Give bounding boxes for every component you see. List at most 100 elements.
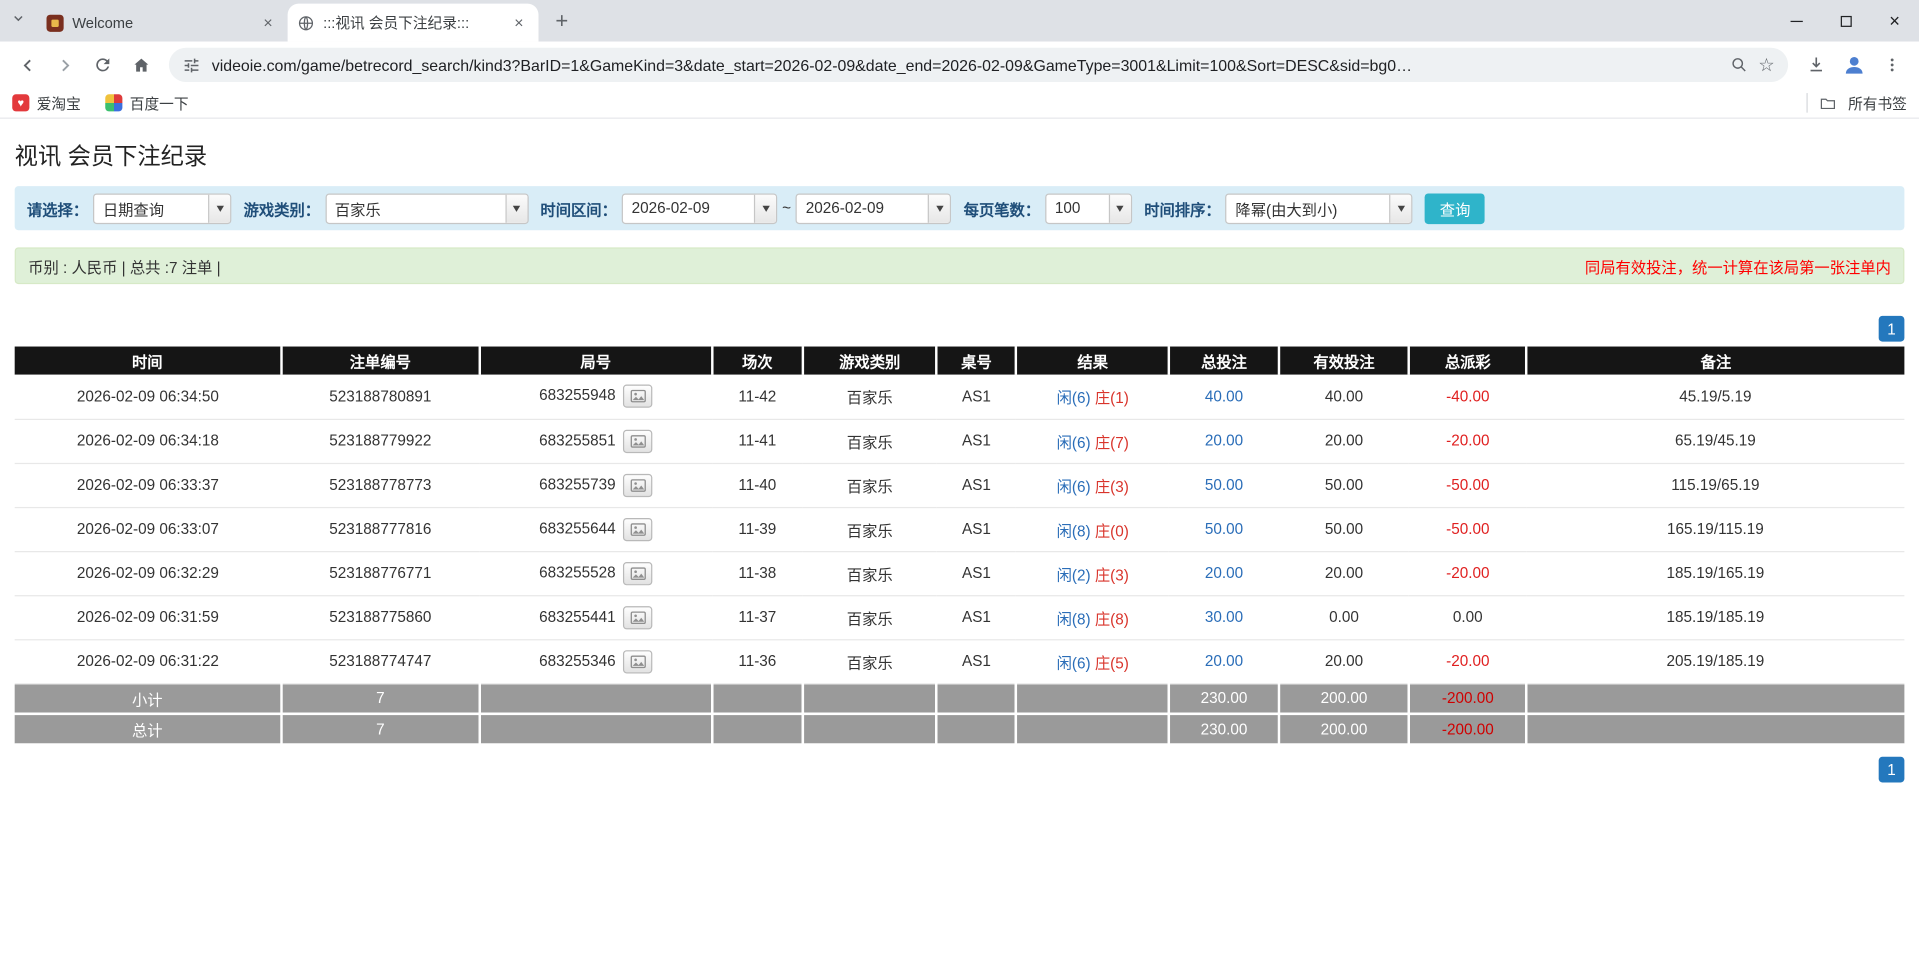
- home-button[interactable]: [124, 48, 158, 82]
- column-header-1: 时间: [14, 346, 283, 375]
- round-cell: 683255346: [479, 639, 712, 684]
- total-bet-cell[interactable]: 20.00: [1169, 639, 1279, 684]
- result-cell: 闲(2) 庄(3): [1016, 551, 1170, 596]
- per-page-group: 每页笔数： 100: [964, 192, 1132, 224]
- refresh-button[interactable]: [86, 48, 120, 82]
- round-number: 683255739: [539, 475, 616, 493]
- home-icon: [133, 57, 148, 71]
- video-replay-button[interactable]: [623, 649, 653, 673]
- date-end-select[interactable]: 2026-02-09: [795, 192, 952, 224]
- table-no-cell: AS1: [936, 462, 1017, 508]
- site-info-icon[interactable]: [182, 56, 200, 74]
- bookmark-aitaobao[interactable]: ♥ 爱淘宝: [12, 92, 81, 113]
- tab-search-button[interactable]: [0, 0, 37, 42]
- sort-group: 时间排序： 降幂(由大到小): [1144, 192, 1413, 224]
- result-cell: 闲(8) 庄(8): [1016, 595, 1170, 640]
- payout-cell: -50.00: [1409, 506, 1527, 552]
- player-result: 闲(8): [1056, 522, 1091, 540]
- sort-select[interactable]: 降幂(由大到小): [1225, 192, 1413, 224]
- search-button[interactable]: 查询: [1425, 192, 1486, 224]
- valid-bet-cell: 50.00: [1278, 506, 1410, 552]
- column-header-4: 场次: [711, 346, 804, 375]
- result-cell: 闲(6) 庄(3): [1016, 462, 1170, 508]
- game-type-select[interactable]: 百家乐: [324, 192, 529, 224]
- tab-welcome[interactable]: Welcome ×: [37, 4, 288, 42]
- payout-cell: -20.00: [1409, 639, 1527, 684]
- tab-betrecord[interactable]: :::视讯 会员下注纪录::: ×: [287, 3, 539, 42]
- total-bet-cell[interactable]: 40.00: [1169, 374, 1279, 420]
- url-text[interactable]: videoie.com/game/betrecord_search/kind3?…: [212, 56, 1719, 74]
- session-cell: 11-40: [711, 462, 803, 508]
- date-start-select[interactable]: 2026-02-09: [621, 192, 778, 224]
- tab-close-icon[interactable]: ×: [509, 13, 529, 33]
- game-type-cell: 百家乐: [802, 506, 937, 552]
- new-tab-button[interactable]: +: [546, 5, 578, 37]
- video-replay-button[interactable]: [623, 429, 653, 453]
- summary-empty-cell: [802, 713, 939, 746]
- player-result: 闲(8): [1056, 610, 1091, 628]
- profile-avatar[interactable]: [1837, 48, 1871, 82]
- minimize-button[interactable]: [1772, 0, 1821, 42]
- film-icon: [630, 390, 646, 403]
- video-replay-button[interactable]: [623, 605, 653, 629]
- all-bookmarks-label: 所有书签: [1848, 94, 1907, 113]
- payout-cell: -40.00: [1409, 374, 1527, 420]
- total-bet-cell[interactable]: 20.00: [1169, 551, 1279, 596]
- select-value: 日期查询: [102, 201, 165, 219]
- time-cell: 2026-02-09 06:33:37: [14, 462, 282, 508]
- table-no-cell: AS1: [936, 506, 1017, 552]
- bookmarks-divider: [1806, 93, 1808, 113]
- back-button[interactable]: [10, 48, 44, 82]
- menu-button[interactable]: [1875, 48, 1909, 82]
- round-number: 683255346: [539, 651, 616, 669]
- table-row: 2026-02-09 06:31:59 523188775860 683255441…: [14, 595, 1905, 640]
- summary-label-cell: 小计: [14, 683, 283, 716]
- page-button-1[interactable]: 1: [1878, 315, 1905, 342]
- tab-close-icon[interactable]: ×: [258, 13, 278, 33]
- browser-window: Welcome × :::视讯 会员下注纪录::: × + × videoie.…: [0, 0, 1919, 960]
- pagination-top: 1: [15, 315, 1905, 342]
- video-replay-button[interactable]: [623, 384, 653, 409]
- time-cell: 2026-02-09 06:34:18: [14, 418, 282, 464]
- player-result: 闲(2): [1056, 566, 1091, 584]
- table-body: 2026-02-09 06:34:50 523188780891 683255948…: [14, 374, 1905, 746]
- table-no-cell: AS1: [936, 418, 1017, 464]
- round-number: 683255528: [539, 563, 616, 581]
- bet-id-cell: 523188776771: [281, 551, 480, 596]
- page-button-1[interactable]: 1: [1878, 756, 1905, 783]
- info-bar: 币别 : 人民币 | 总共 :7 注单 | 同局有效投注，统一计算在该局第一张注…: [14, 247, 1905, 285]
- table-row: 2026-02-09 06:34:50 523188780891 683255948…: [14, 374, 1905, 420]
- sort-label: 时间排序：: [1144, 201, 1221, 219]
- table-row: 2026-02-09 06:32:29 523188776771 683255528…: [14, 551, 1905, 596]
- query-type-select[interactable]: 日期查询: [93, 192, 232, 224]
- game-type-label: 游戏类别：: [243, 201, 321, 219]
- bookmark-star-icon[interactable]: ☆: [1758, 56, 1774, 74]
- total-bet-cell[interactable]: 50.00: [1169, 462, 1279, 508]
- zoom-icon[interactable]: [1730, 56, 1747, 73]
- video-replay-button[interactable]: [623, 561, 653, 585]
- round-cell: 683255644: [479, 506, 712, 552]
- forward-button[interactable]: [48, 48, 82, 82]
- column-header-7: 结果: [1016, 346, 1171, 375]
- column-header-3: 局号: [479, 346, 714, 375]
- betting-table: 时间 注单编号 局号 场次 游戏类别 桌号 结果 总投注 有效投注 总派彩 备注 2026-02-0…: [14, 346, 1905, 746]
- downloads-button[interactable]: [1799, 48, 1833, 82]
- video-replay-button[interactable]: [623, 517, 653, 541]
- total-bet-cell[interactable]: 20.00: [1169, 418, 1279, 464]
- all-bookmarks[interactable]: 所有书签: [1806, 92, 1907, 113]
- window-controls: ×: [1772, 0, 1919, 42]
- banker-result: 庄(1): [1094, 389, 1129, 407]
- total-bet-cell[interactable]: 30.00: [1169, 595, 1279, 640]
- address-bar[interactable]: videoie.com/game/betrecord_search/kind3?…: [168, 47, 1789, 83]
- payout-cell: -20.00: [1409, 551, 1527, 596]
- video-replay-button[interactable]: [623, 473, 653, 497]
- header-row: 时间 注单编号 局号 场次 游戏类别 桌号 结果 总投注 有效投注 总派彩 备注: [14, 346, 1905, 375]
- maximize-button[interactable]: [1821, 0, 1870, 42]
- bookmark-baidu[interactable]: 百度一下: [105, 92, 189, 113]
- summary-empty-cell: [936, 713, 1018, 746]
- time-cell: 2026-02-09 06:31:22: [14, 639, 282, 684]
- notice-text: 同局有效投注，统一计算在该局第一张注单内: [1584, 258, 1891, 277]
- per-page-select[interactable]: 100: [1045, 192, 1132, 224]
- total-bet-cell[interactable]: 50.00: [1169, 506, 1279, 552]
- close-button[interactable]: ×: [1870, 0, 1919, 42]
